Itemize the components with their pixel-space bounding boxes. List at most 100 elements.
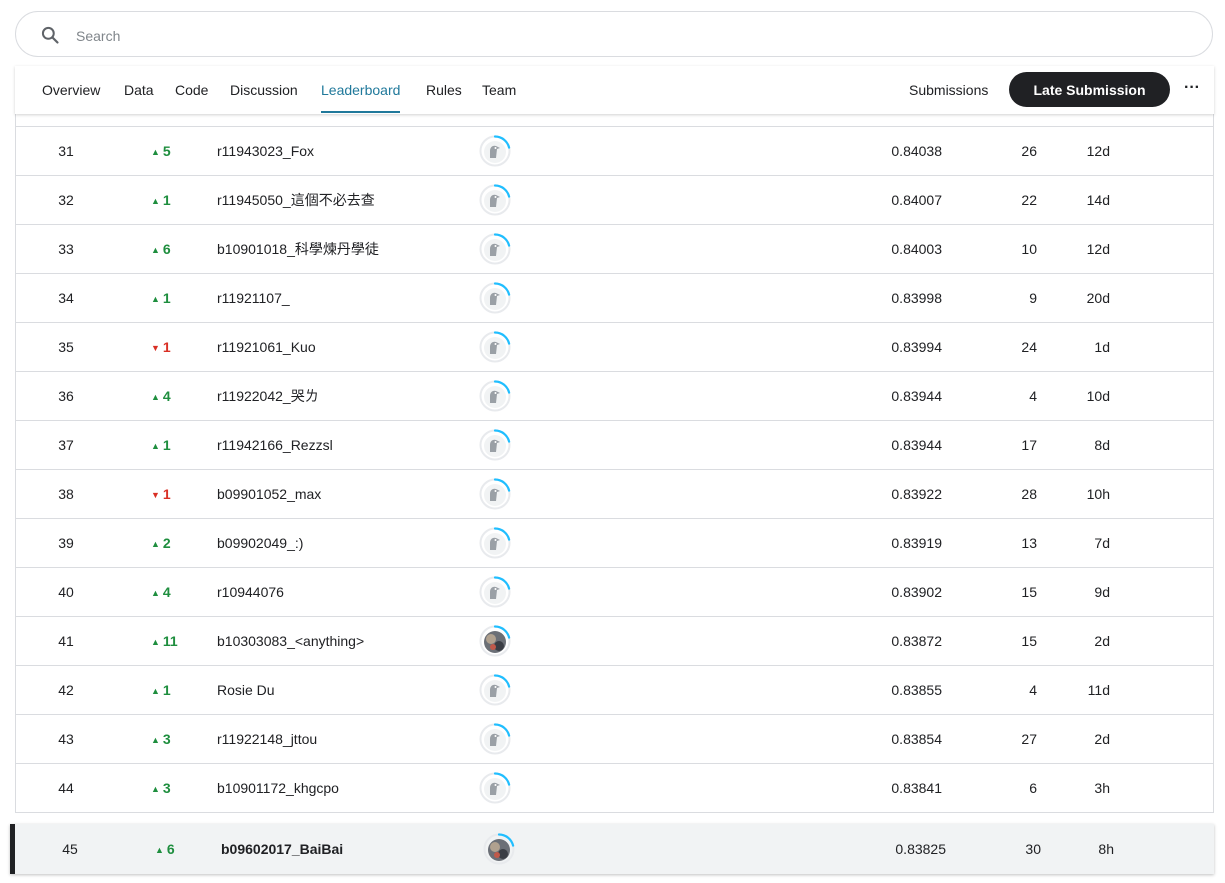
last-submission-cell: 3h xyxy=(1094,780,1110,796)
tab-leaderboard[interactable]: Leaderboard xyxy=(321,66,401,114)
table-row[interactable]: 35 ▼ 1 r11921061_Kuo 0.83994 24 1d xyxy=(16,323,1213,372)
tab-team[interactable]: Team xyxy=(482,66,516,114)
default-avatar-icon xyxy=(479,478,511,510)
arrow-up-icon: ▲ xyxy=(151,245,160,255)
entries-cell: 24 xyxy=(1021,339,1037,355)
tab-overview[interactable]: Overview xyxy=(42,66,100,114)
avatar[interactable] xyxy=(479,282,511,314)
team-name[interactable]: r10944076 xyxy=(217,568,284,616)
entries-cell: 10 xyxy=(1021,241,1037,257)
rank-change-cell: ▲ 2 xyxy=(151,519,185,567)
late-submission-button[interactable]: Late Submission xyxy=(1009,72,1170,107)
table-row[interactable]: 36 ▲ 4 r11922042_哭ㄌ 0.83944 4 10d xyxy=(16,372,1213,421)
table-row[interactable]: 43 ▲ 3 r11922148_jttou 0.83854 27 2d xyxy=(16,715,1213,764)
team-name[interactable]: b10303083_<anything> xyxy=(217,617,364,665)
entries-cell: 6 xyxy=(1029,780,1037,796)
avatar[interactable] xyxy=(479,478,511,510)
avatar[interactable] xyxy=(479,674,511,706)
table-row[interactable]: 42 ▲ 1 Rosie Du 0.83855 4 11d xyxy=(16,666,1213,715)
avatar[interactable] xyxy=(479,331,511,363)
last-submission-cell: 9d xyxy=(1094,584,1110,600)
team-name[interactable]: b10901018_科學煉丹學徒 xyxy=(217,225,379,273)
table-row[interactable]: 41 ▲ 11 b10303083_<anything> 0.83872 15 2d xyxy=(16,617,1213,666)
team-name[interactable]: r11921061_Kuo xyxy=(217,323,316,371)
table-row[interactable]: 33 ▲ 6 b10901018_科學煉丹學徒 0.84003 10 12d xyxy=(16,225,1213,274)
rank-change-value: 1 xyxy=(162,290,171,306)
avatar[interactable] xyxy=(479,233,511,265)
table-row[interactable]: 31 ▲ 5 r11943023_Fox 0.84038 26 12d xyxy=(16,127,1213,176)
score-cell: 0.83855 xyxy=(891,682,942,698)
table-row[interactable]: 44 ▲ 3 b10901172_khgcpo 0.83841 6 3h xyxy=(16,764,1213,813)
avatar[interactable] xyxy=(479,135,511,167)
team-name[interactable]: r11922148_jttou xyxy=(217,715,317,763)
rank-change-value: 1 xyxy=(162,486,171,502)
table-row[interactable]: 38 ▼ 1 b09901052_max 0.83922 28 10h xyxy=(16,470,1213,519)
avatar[interactable] xyxy=(479,576,511,608)
own-team-row[interactable]: 45 ▲ 6 b09602017_BaiBai 0.83825 30 8h xyxy=(10,824,1214,874)
arrow-up-icon: ▲ xyxy=(151,637,160,647)
avatar[interactable] xyxy=(479,380,511,412)
avatar[interactable] xyxy=(479,625,511,657)
entries-cell: 17 xyxy=(1021,437,1037,453)
last-submission-cell: 7d xyxy=(1094,535,1110,551)
search-icon xyxy=(41,26,59,44)
leaderboard-table: 31 ▲ 5 r11943023_Fox 0.84038 26 12d 32 ▲ 1 r119450… xyxy=(15,114,1214,813)
tab-discussion[interactable]: Discussion xyxy=(230,66,298,114)
default-avatar-icon xyxy=(479,233,511,265)
rank-change-cell: ▲ 1 xyxy=(151,176,185,224)
table-row[interactable]: 34 ▲ 1 r11921107_ 0.83998 9 20d xyxy=(16,274,1213,323)
team-name[interactable]: b09602017_BaiBai xyxy=(221,824,343,874)
arrow-up-icon: ▲ xyxy=(151,441,160,451)
score-cell: 0.83872 xyxy=(891,633,942,649)
tab-code[interactable]: Code xyxy=(175,66,208,114)
avatar-wrapper xyxy=(479,478,511,510)
rank-cell: 45 xyxy=(62,841,78,857)
avatar[interactable] xyxy=(479,772,511,804)
default-avatar-icon xyxy=(479,674,511,706)
rank-change-value: 6 xyxy=(166,841,175,857)
team-name[interactable]: r11943023_Fox xyxy=(217,127,314,175)
team-name[interactable]: r11942166_Rezzsl xyxy=(217,421,333,469)
entries-cell: 9 xyxy=(1029,290,1037,306)
score-cell: 0.83944 xyxy=(891,437,942,453)
rank-change-value: 1 xyxy=(162,192,171,208)
avatar[interactable] xyxy=(483,833,515,883)
tab-rules[interactable]: Rules xyxy=(426,66,462,114)
user-photo-icon xyxy=(483,833,515,865)
avatar[interactable] xyxy=(479,184,511,216)
team-name[interactable]: b09902049_:) xyxy=(217,519,303,567)
team-name[interactable]: b10901172_khgcpo xyxy=(217,764,339,812)
rank-cell: 38 xyxy=(58,486,74,502)
avatar-wrapper xyxy=(479,527,511,559)
avatar[interactable] xyxy=(479,723,511,755)
search-input[interactable] xyxy=(74,23,1078,49)
score-cell: 0.84038 xyxy=(891,143,942,159)
table-row[interactable]: 37 ▲ 1 r11942166_Rezzsl 0.83944 17 8d xyxy=(16,421,1213,470)
avatar-wrapper xyxy=(479,772,511,804)
rank-cell: 34 xyxy=(58,290,74,306)
entries-cell: 28 xyxy=(1021,486,1037,502)
entries-cell: 4 xyxy=(1029,388,1037,404)
team-name[interactable]: r11922042_哭ㄌ xyxy=(217,372,319,420)
tab-data[interactable]: Data xyxy=(124,66,154,114)
table-row[interactable]: 39 ▲ 2 b09902049_:) 0.83919 13 7d xyxy=(16,519,1213,568)
more-options-icon[interactable]: ··· xyxy=(1179,78,1205,102)
rank-cell: 37 xyxy=(58,437,74,453)
search-bar[interactable] xyxy=(15,11,1213,57)
team-name[interactable]: r11945050_這個不必去查 xyxy=(217,176,375,224)
team-name[interactable]: r11921107_ xyxy=(217,274,290,322)
avatar-wrapper xyxy=(479,723,511,755)
arrow-up-icon: ▲ xyxy=(151,147,160,157)
table-row[interactable]: 32 ▲ 1 r11945050_這個不必去查 0.84007 22 14d xyxy=(16,176,1213,225)
table-row[interactable]: 40 ▲ 4 r10944076 0.83902 15 9d xyxy=(16,568,1213,617)
rank-change-value: 2 xyxy=(162,535,171,551)
arrow-up-icon: ▲ xyxy=(151,588,160,598)
avatar-wrapper xyxy=(479,674,511,706)
rank-change-cell: ▲ 4 xyxy=(151,568,185,616)
team-name[interactable]: Rosie Du xyxy=(217,666,275,714)
submissions-link[interactable]: Submissions xyxy=(909,66,988,114)
avatar[interactable] xyxy=(479,429,511,461)
team-name[interactable]: b09901052_max xyxy=(217,470,321,518)
avatar[interactable] xyxy=(479,527,511,559)
avatar-wrapper xyxy=(483,833,515,865)
